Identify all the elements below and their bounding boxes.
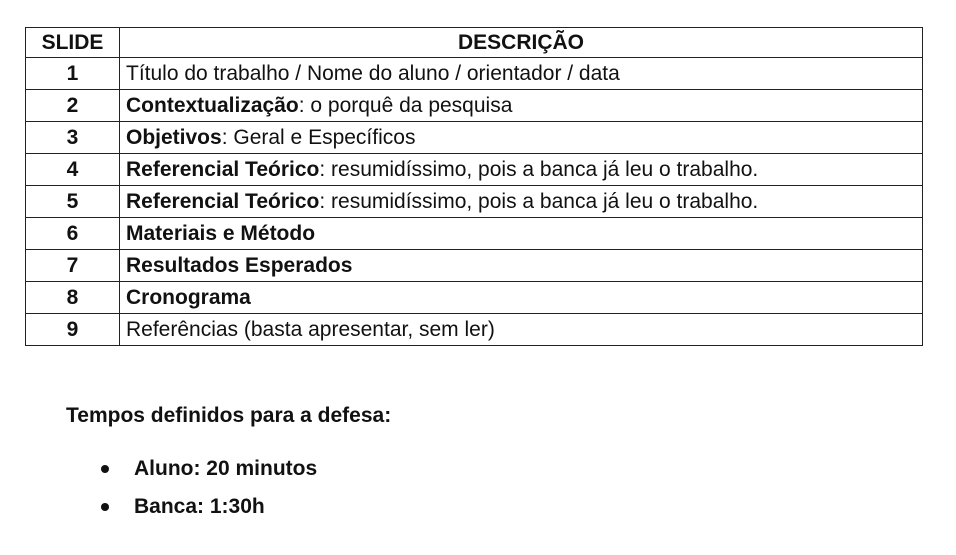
- list-item: Banca: 1:30h: [66, 491, 317, 529]
- slide-description: Resultados Esperados: [119, 249, 923, 282]
- header-description: DESCRIÇÃO: [119, 27, 923, 58]
- times-list: Aluno: 20 minutos Banca: 1:30h: [66, 453, 317, 529]
- list-item-text: Aluno: 20 minutos: [134, 457, 318, 480]
- table-row: 2 Contextualização: o porquê da pesquisa: [25, 89, 923, 122]
- slide-number: 6: [25, 217, 120, 250]
- description-text: Título do trabalho / Nome do aluno / ori…: [126, 62, 620, 85]
- bullet-icon: [101, 465, 109, 473]
- slide-description: Referências (basta apresentar, sem ler): [119, 313, 923, 346]
- list-item-text: Banca: 1:30h: [134, 495, 265, 518]
- header-slide: SLIDE: [25, 27, 120, 58]
- description-bold: Cronograma: [126, 286, 251, 309]
- bullet-icon: [101, 503, 109, 511]
- list-item: Aluno: 20 minutos: [66, 453, 317, 491]
- slide-description: Título do trabalho / Nome do aluno / ori…: [119, 57, 923, 90]
- slide-description: Referencial Teórico: resumidíssimo, pois…: [119, 185, 923, 218]
- description-text: : o porquê da pesquisa: [298, 94, 513, 117]
- slide-number: 3: [25, 121, 120, 154]
- slide-description: Referencial Teórico: resumidíssimo, pois…: [119, 153, 923, 186]
- description-bold: Materiais e Método: [126, 222, 316, 245]
- slide-description: Objetivos: Geral e Específicos: [119, 121, 923, 154]
- slide-description: Cronograma: [119, 281, 923, 314]
- description-bold: Contextualização: [126, 94, 299, 117]
- table-row: 3 Objetivos: Geral e Específicos: [25, 121, 923, 154]
- slide-description: Materiais e Método: [119, 217, 923, 250]
- table-row: 5 Referencial Teórico: resumidíssimo, po…: [25, 185, 923, 218]
- slide-number: 1: [25, 57, 120, 90]
- table-row: 8 Cronograma: [25, 281, 923, 314]
- table-row: 4 Referencial Teórico: resumidíssimo, po…: [25, 153, 923, 186]
- slide-number: 4: [25, 153, 120, 186]
- times-heading: Tempos definidos para a defesa:: [66, 404, 392, 427]
- description-bold: Resultados Esperados: [126, 254, 353, 277]
- table-row: 6 Materiais e Método: [25, 217, 923, 250]
- description-text: Referências (basta apresentar, sem ler): [126, 318, 495, 341]
- slide-number: 8: [25, 281, 120, 314]
- slide-number: 2: [25, 89, 120, 122]
- table-header-row: SLIDE DESCRIÇÃO: [25, 27, 923, 58]
- table-row: 7 Resultados Esperados: [25, 249, 923, 282]
- table-row: 1 Título do trabalho / Nome do aluno / o…: [25, 57, 923, 90]
- description-text: : Geral e Específicos: [221, 126, 416, 149]
- table-row: 9 Referências (basta apresentar, sem ler…: [25, 313, 923, 346]
- slide-description: Contextualização: o porquê da pesquisa: [119, 89, 923, 122]
- description-text: : resumidíssimo, pois a banca já leu o t…: [319, 190, 759, 213]
- description-text: : resumidíssimo, pois a banca já leu o t…: [319, 158, 759, 181]
- slide-number: 5: [25, 185, 120, 218]
- slides-table: SLIDE DESCRIÇÃO 1 Título do trabalho / N…: [25, 27, 923, 346]
- slide-number: 7: [25, 249, 120, 282]
- description-bold: Referencial Teórico: [126, 190, 320, 213]
- slide-number: 9: [25, 313, 120, 346]
- description-bold: Objetivos: [126, 126, 222, 149]
- description-bold: Referencial Teórico: [126, 158, 320, 181]
